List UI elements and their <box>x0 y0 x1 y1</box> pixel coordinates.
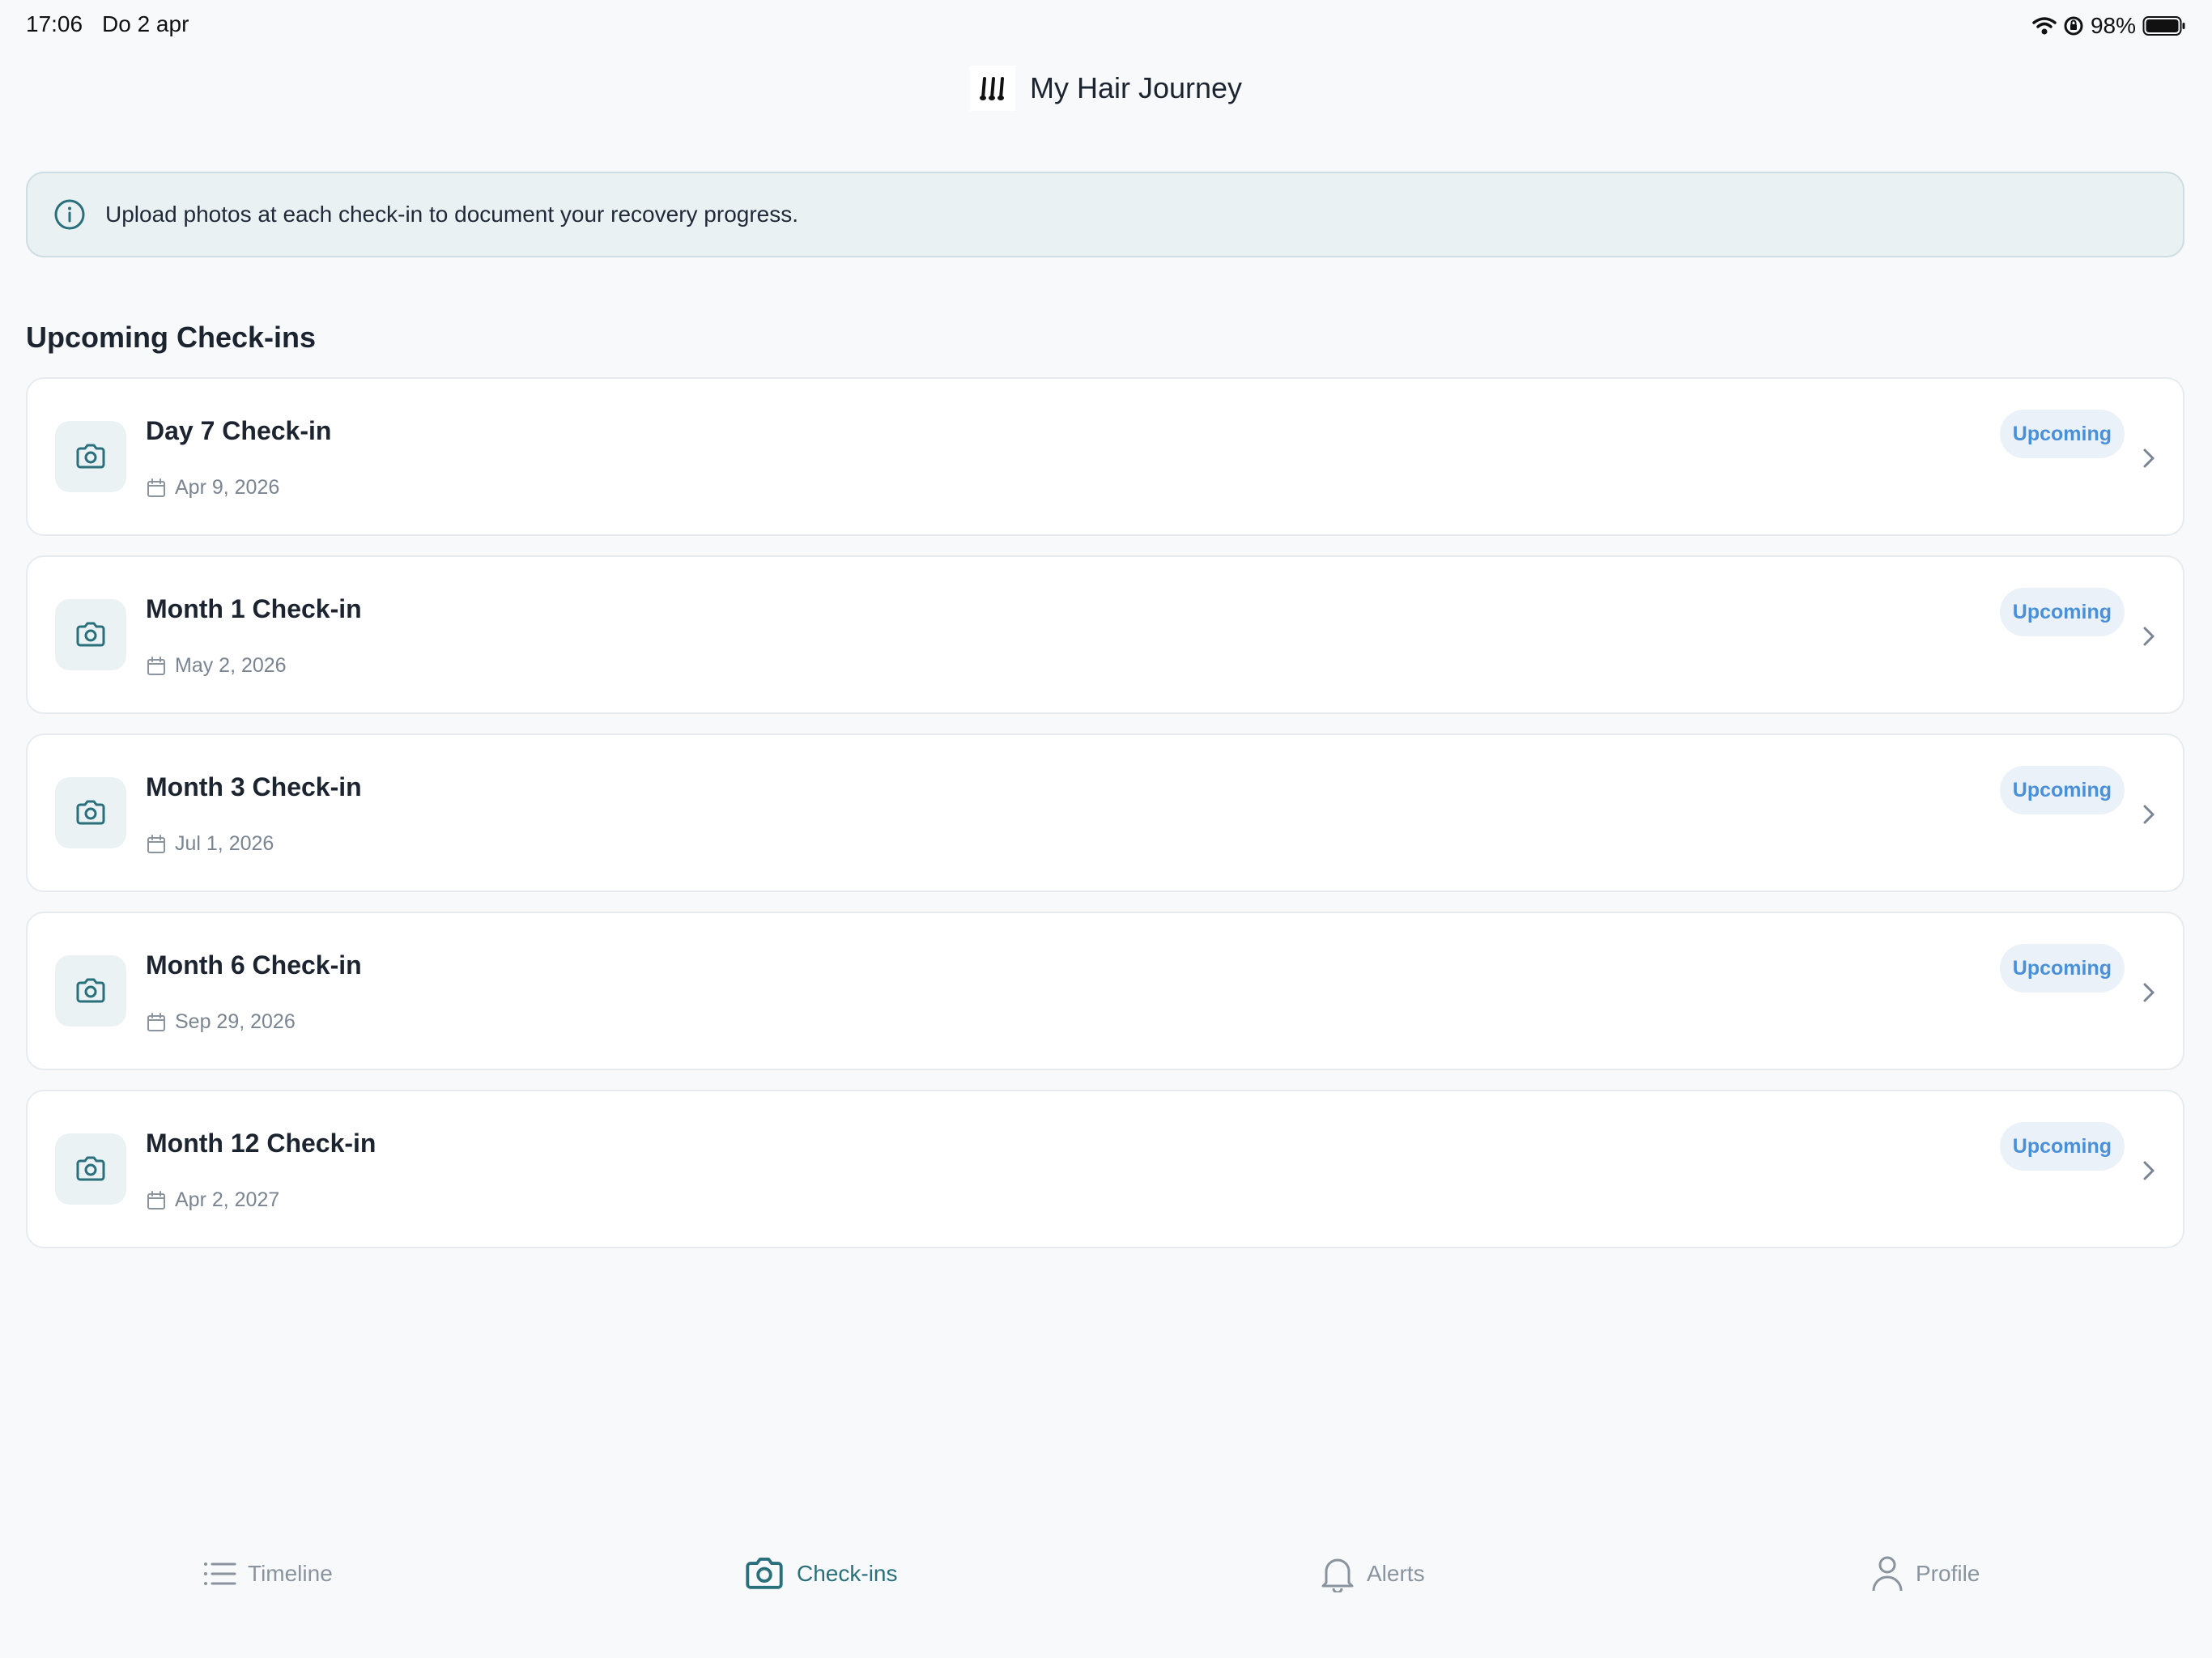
checkin-date-row: Jul 1, 2026 <box>146 832 274 856</box>
camera-icon <box>55 599 126 670</box>
checkin-title: Month 12 Check-in <box>146 1129 376 1158</box>
battery-percentage: 98% <box>2090 13 2136 38</box>
camera-icon <box>55 955 126 1027</box>
calendar-icon <box>146 1190 167 1211</box>
checkin-card[interactable]: Month 3 Check-in Jul 1, 2026 Upcoming <box>26 733 2184 892</box>
tab-alerts[interactable]: Alerts <box>1320 1551 1425 1596</box>
chevron-right-icon <box>2136 1158 2162 1184</box>
tab-bar: Timeline Check-ins Alerts Profile <box>0 1528 2212 1658</box>
chevron-right-icon <box>2136 980 2162 1005</box>
orientation-lock-icon <box>2063 15 2084 36</box>
calendar-icon <box>146 656 167 677</box>
app-title: My Hair Journey <box>1029 71 1243 104</box>
status-date: Do 2 apr <box>102 11 189 36</box>
wifi-icon <box>2032 16 2057 36</box>
checkin-title: Month 1 Check-in <box>146 594 362 623</box>
checkin-card[interactable]: Day 7 Check-in Apr 9, 2026 Upcoming <box>26 377 2184 536</box>
tab-timeline[interactable]: Timeline <box>202 1551 333 1596</box>
calendar-icon <box>146 1012 167 1033</box>
info-banner-text: Upload photos at each check-in to docume… <box>105 202 799 227</box>
status-bar: 17:06 Do 2 apr 98% <box>0 0 2212 52</box>
checkin-card[interactable]: Month 12 Check-in Apr 2, 2027 Upcoming <box>26 1090 2184 1248</box>
status-badge: Upcoming <box>1999 1122 2125 1171</box>
list-icon <box>202 1559 236 1588</box>
calendar-icon <box>146 834 167 855</box>
camera-icon <box>55 421 126 492</box>
checkin-title: Month 3 Check-in <box>146 772 362 801</box>
checkin-date: Apr 9, 2026 <box>175 476 280 499</box>
checkin-title: Month 6 Check-in <box>146 950 362 980</box>
tab-profile[interactable]: Profile <box>1870 1551 1980 1596</box>
info-banner: Upload photos at each check-in to docume… <box>26 172 2184 257</box>
tab-label: Alerts <box>1367 1561 1425 1586</box>
tab-label: Timeline <box>248 1561 333 1586</box>
checkin-date-row: Apr 9, 2026 <box>146 476 279 500</box>
bell-icon <box>1320 1555 1355 1592</box>
section-title: Upcoming Check-ins <box>26 321 317 354</box>
checkin-card[interactable]: Month 1 Check-in May 2, 2026 Upcoming <box>26 555 2184 714</box>
checkin-date: Sep 29, 2026 <box>175 1010 296 1033</box>
status-badge: Upcoming <box>1999 588 2125 636</box>
checkin-list: Day 7 Check-in Apr 9, 2026 Upcoming Mont… <box>26 377 2184 1268</box>
checkin-date-row: Apr 2, 2027 <box>146 1188 279 1212</box>
app-header: My Hair Journey <box>0 52 2212 125</box>
status-badge: Upcoming <box>1999 766 2125 814</box>
tab-label: Check-ins <box>797 1561 898 1586</box>
chevron-right-icon <box>2136 623 2162 649</box>
status-badge: Upcoming <box>1999 944 2125 993</box>
status-indicators: 98% <box>2032 10 2186 42</box>
tab-label: Profile <box>1916 1561 1980 1586</box>
status-time: 17:06 <box>26 11 83 36</box>
person-icon <box>1870 1555 1904 1592</box>
battery-icon <box>2142 15 2186 36</box>
checkin-date: May 2, 2026 <box>175 654 287 677</box>
checkin-card[interactable]: Month 6 Check-in Sep 29, 2026 Upcoming <box>26 912 2184 1070</box>
checkin-date: Apr 2, 2027 <box>175 1188 280 1211</box>
checkin-title: Day 7 Check-in <box>146 416 332 445</box>
camera-icon <box>55 1133 126 1205</box>
hair-strands-icon <box>969 66 1015 111</box>
tab-check-ins[interactable]: Check-ins <box>743 1551 897 1596</box>
chevron-right-icon <box>2136 445 2162 471</box>
camera-icon <box>55 777 126 848</box>
checkin-date: Jul 1, 2026 <box>175 832 274 855</box>
status-badge: Upcoming <box>1999 410 2125 458</box>
camera-icon <box>743 1556 785 1592</box>
chevron-right-icon <box>2136 801 2162 827</box>
info-icon <box>53 198 86 231</box>
checkin-date-row: Sep 29, 2026 <box>146 1010 296 1034</box>
checkin-date-row: May 2, 2026 <box>146 654 287 678</box>
calendar-icon <box>146 478 167 499</box>
